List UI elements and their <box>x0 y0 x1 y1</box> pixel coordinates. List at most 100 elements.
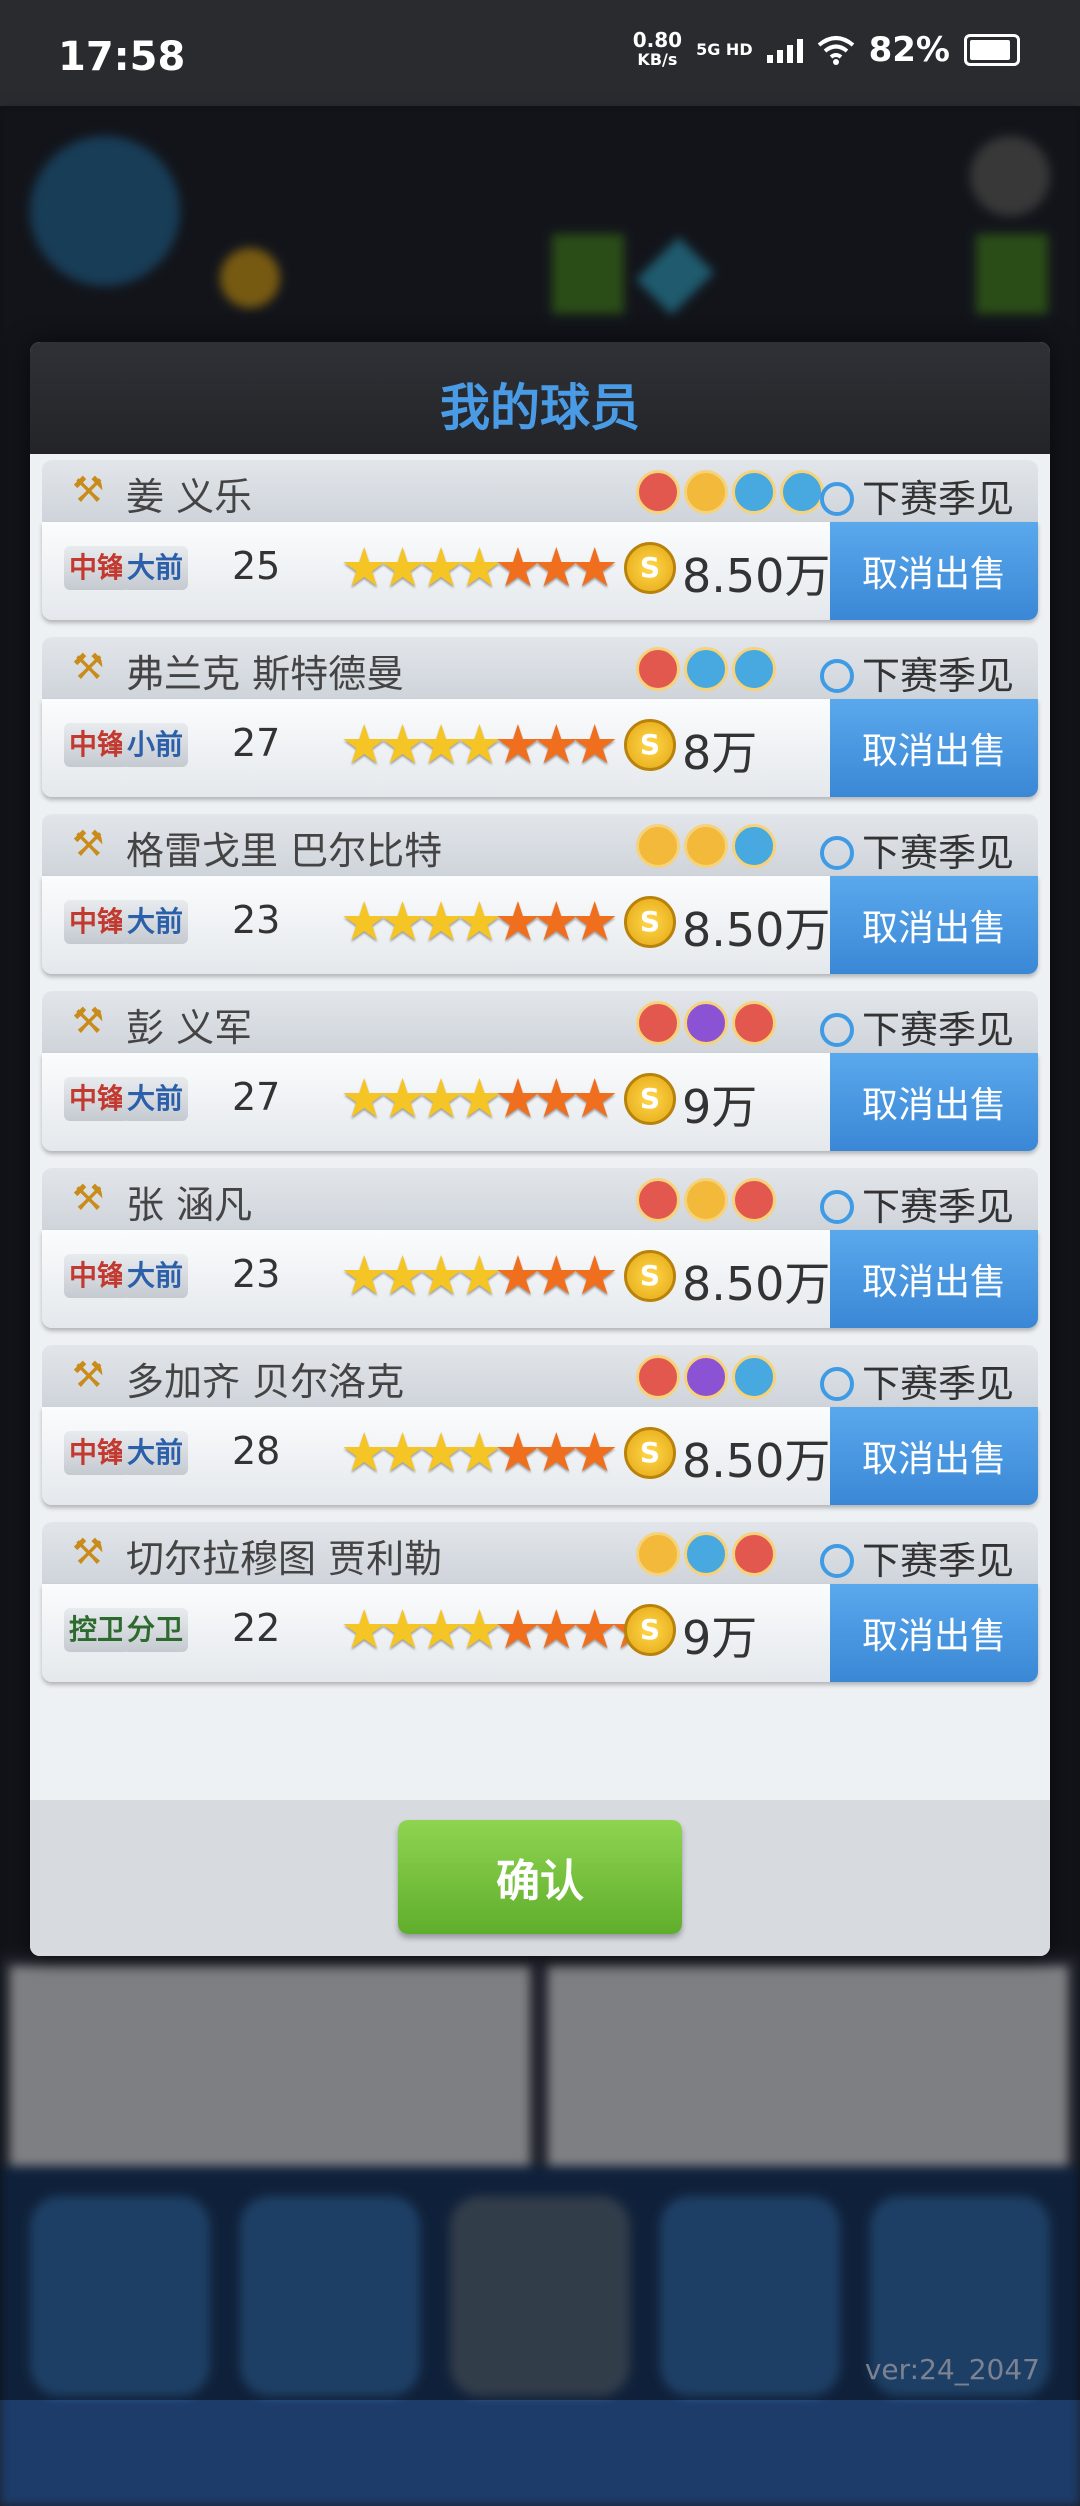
cancel-sale-button[interactable]: 取消出售 <box>830 1053 1038 1151</box>
auction-status: 下赛季见 <box>819 1353 1014 1408</box>
player-row: ⚒ 姜 义乐 下赛季见 中锋 大前 25 ★ ★ ★ ★ ★ ★ ★ S 8.50万 取消出售 <box>42 460 1038 620</box>
skill-badge-icon <box>684 1001 728 1045</box>
signal-icon <box>766 37 803 63</box>
skill-badge-icon <box>732 470 776 514</box>
player-price: 8.50万 <box>682 549 831 603</box>
player-header: ⚒ 多加齐 贝尔洛克 下赛季见 <box>42 1345 1038 1407</box>
auction-status: 下赛季见 <box>819 999 1014 1054</box>
cancel-sale-button[interactable]: 取消出售 <box>830 1230 1038 1328</box>
auction-status: 下赛季见 <box>819 645 1014 700</box>
coin-icon: S <box>624 1250 676 1302</box>
timer-icon <box>819 836 854 870</box>
dialog-title: 我的球员 <box>440 379 640 437</box>
status-time: 17:58 <box>58 34 186 80</box>
auction-gavel-icon: ⚒ <box>72 824 105 865</box>
player-age: 27 <box>232 1075 281 1119</box>
player-age: 22 <box>232 1606 281 1650</box>
position-tag: 大前 <box>122 900 189 944</box>
skill-badge-icon <box>684 1532 728 1576</box>
player-body: 中锋 大前 27 ★ ★ ★ ★ ★ ★ ★ S 9万 取消出售 <box>42 1053 1038 1151</box>
player-row: ⚒ 张 涵凡 下赛季见 中锋 大前 23 ★ ★ ★ ★ ★ ★ ★ S 8.50万 取消出售 <box>42 1168 1038 1328</box>
skill-badges <box>636 1355 776 1399</box>
player-price: 9万 <box>682 1611 758 1665</box>
auction-status: 下赛季见 <box>819 822 1014 877</box>
player-rating: ★ ★ ★ ★ ★ ★ ★ <box>340 1246 619 1306</box>
star-icon: ★ <box>570 1421 619 1484</box>
position-tag: 大前 <box>122 546 189 590</box>
auction-gavel-icon: ⚒ <box>72 1001 105 1042</box>
player-rating: ★ ★ ★ ★ ★ ★ ★ <box>340 538 619 598</box>
status-icons: 0.80 KB/s 5G HD 82% <box>633 30 1020 70</box>
auction-gavel-icon: ⚒ <box>72 1355 105 1396</box>
status-text: 下赛季见 <box>861 654 1014 698</box>
position-tag: 小前 <box>122 723 189 767</box>
skill-badge-icon <box>636 1355 680 1399</box>
player-name: 弗兰克 斯特德曼 <box>126 652 405 696</box>
skill-badge-icon <box>636 647 680 691</box>
star-icon: ★ <box>570 713 619 776</box>
player-name: 彭 义军 <box>126 1006 253 1050</box>
timer-icon <box>819 659 854 693</box>
cancel-sale-button[interactable]: 取消出售 <box>830 699 1038 797</box>
auction-status: 下赛季见 <box>819 1530 1014 1585</box>
position-tag: 中锋 <box>64 900 131 944</box>
status-text: 下赛季见 <box>861 1539 1014 1583</box>
star-icon: ★ <box>570 1067 619 1130</box>
timer-icon <box>819 1190 854 1224</box>
skill-badges <box>636 470 824 514</box>
position-tag: 控卫 <box>64 1608 131 1652</box>
player-header: ⚒ 姜 义乐 下赛季见 <box>42 460 1038 522</box>
player-row: ⚒ 弗兰克 斯特德曼 下赛季见 中锋 小前 27 ★ ★ ★ ★ ★ ★ ★ S 8万 取消出… <box>42 637 1038 797</box>
confirm-button[interactable]: 确认 <box>398 1820 682 1934</box>
player-header: ⚒ 格雷戈里 巴尔比特 下赛季见 <box>42 814 1038 876</box>
player-body: 中锋 大前 23 ★ ★ ★ ★ ★ ★ ★ S 8.50万 取消出售 <box>42 876 1038 974</box>
player-rating: ★ ★ ★ ★ ★ ★ ★ <box>340 1069 619 1129</box>
skill-badges <box>636 647 776 691</box>
player-name: 切尔拉穆图 贾利勒 <box>126 1537 443 1581</box>
status-text: 下赛季见 <box>861 831 1014 875</box>
player-body: 控卫分卫 22 ★★★★★★★★ S 9万 取消出售 <box>42 1584 1038 1682</box>
position-tag: 中锋 <box>64 723 131 767</box>
skill-badge-icon <box>684 1178 728 1222</box>
star-icon: ★ <box>570 536 619 599</box>
star-icon: ★ <box>570 1244 619 1307</box>
player-age: 23 <box>232 898 281 942</box>
auction-gavel-icon: ⚒ <box>72 1532 105 1573</box>
player-name: 张 涵凡 <box>126 1183 253 1227</box>
player-rating: ★★★★★★★★ <box>340 1600 657 1660</box>
player-name: 多加齐 贝尔洛克 <box>126 1360 405 1404</box>
cancel-sale-button[interactable]: 取消出售 <box>830 522 1038 620</box>
status-bar: 17:58 0.80 KB/s 5G HD 82% <box>0 0 1080 106</box>
skill-badges <box>636 1178 776 1222</box>
position-tag: 分卫 <box>122 1608 189 1652</box>
network-speed: 0.80 KB/s <box>632 28 683 69</box>
status-text: 下赛季见 <box>861 477 1014 521</box>
skill-badge-icon <box>684 1355 728 1399</box>
status-text: 下赛季见 <box>861 1185 1014 1229</box>
player-body: 中锋 大前 23 ★ ★ ★ ★ ★ ★ ★ S 8.50万 取消出售 <box>42 1230 1038 1328</box>
position-tag: 中锋 <box>64 546 131 590</box>
coin-icon: S <box>624 1604 676 1656</box>
coin-icon: S <box>624 896 676 948</box>
skill-badges <box>636 824 776 868</box>
position-tag: 大前 <box>122 1077 189 1121</box>
skill-badge-icon <box>732 824 776 868</box>
skill-badge-icon <box>636 1532 680 1576</box>
status-text: 下赛季见 <box>861 1008 1014 1052</box>
wifi-icon <box>817 36 854 65</box>
position-tag: 大前 <box>122 1254 189 1298</box>
player-name: 姜 义乐 <box>126 475 253 519</box>
cancel-sale-button[interactable]: 取消出售 <box>830 876 1038 974</box>
skill-badges <box>636 1001 776 1045</box>
skill-badge-icon <box>636 1178 680 1222</box>
cancel-sale-button[interactable]: 取消出售 <box>830 1584 1038 1682</box>
auction-gavel-icon: ⚒ <box>72 1178 105 1219</box>
player-rating: ★ ★ ★ ★ ★ ★ ★ <box>340 892 619 952</box>
battery-icon <box>964 34 1020 66</box>
cancel-sale-button[interactable]: 取消出售 <box>830 1407 1038 1505</box>
star-icon: ★ <box>570 890 619 953</box>
player-age: 25 <box>232 544 281 588</box>
skill-badge-icon <box>732 1001 776 1045</box>
player-row: ⚒ 格雷戈里 巴尔比特 下赛季见 中锋 大前 23 ★ ★ ★ ★ ★ ★ ★ S 8.50万… <box>42 814 1038 974</box>
player-list: ⚒ 姜 义乐 下赛季见 中锋 大前 25 ★ ★ ★ ★ ★ ★ ★ S 8.50万 取消出售… <box>30 454 1050 1800</box>
